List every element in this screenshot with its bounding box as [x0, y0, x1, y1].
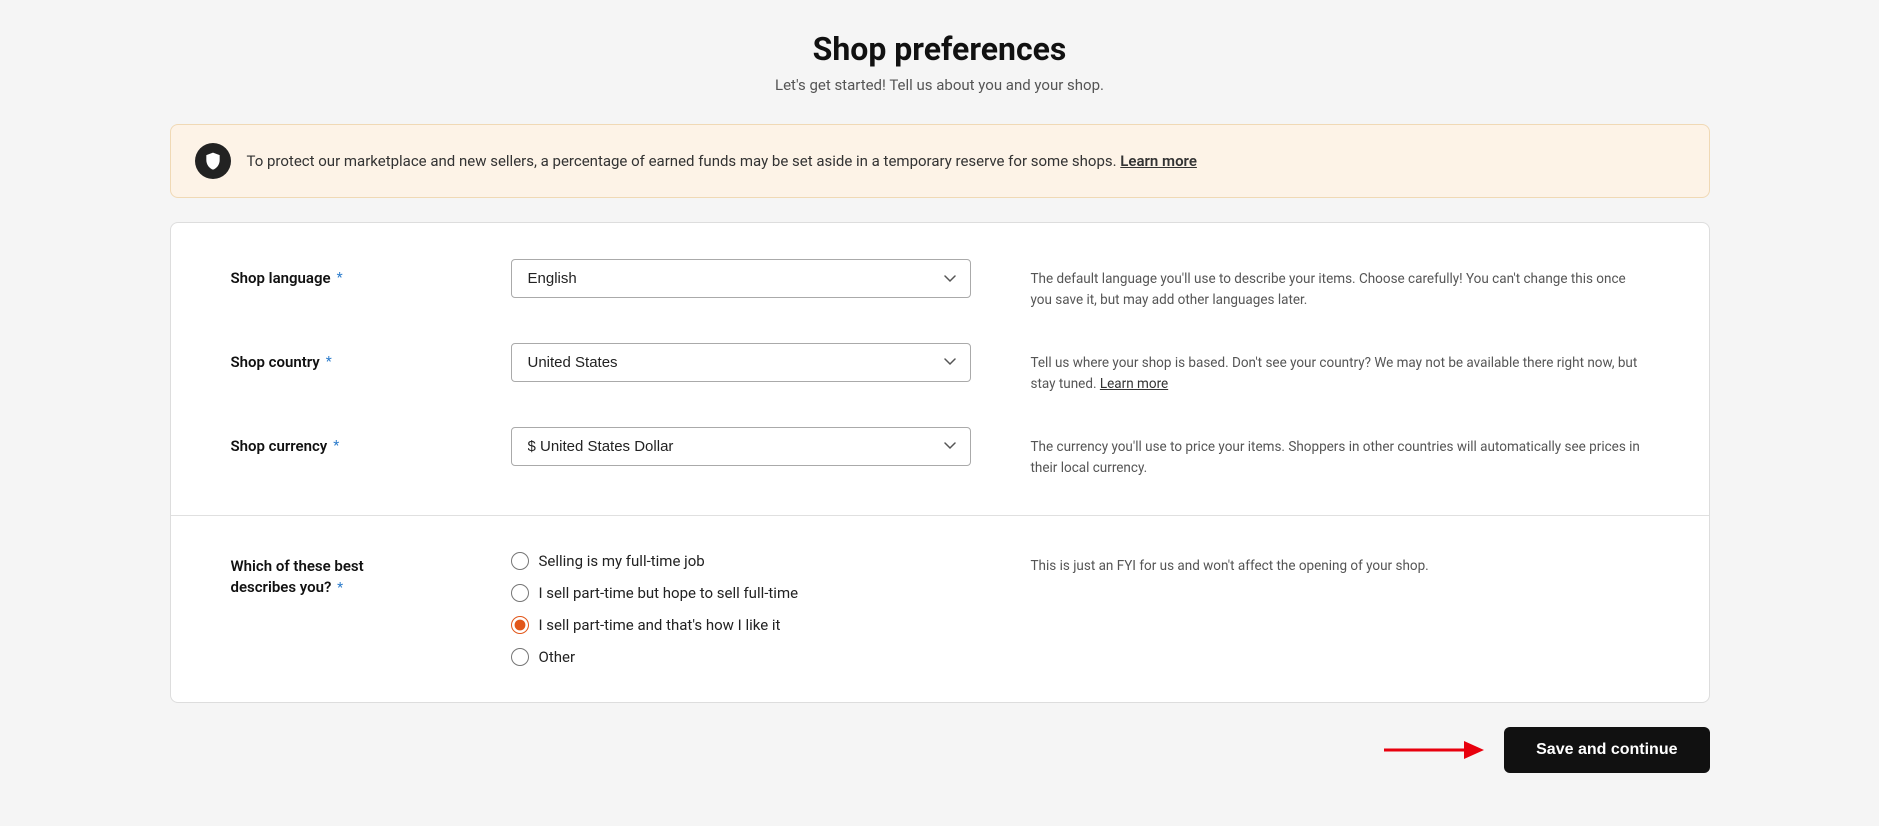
footer-row: Save and continue — [170, 727, 1710, 773]
country-required: * — [326, 354, 332, 370]
language-required: * — [337, 270, 343, 286]
notice-text: To protect our marketplace and new selle… — [247, 150, 1197, 173]
shield-icon — [195, 143, 231, 179]
country-learn-more-link[interactable]: Learn more — [1100, 376, 1168, 392]
radio-option-parttime-happy[interactable]: I sell part-time and that's how I like i… — [511, 616, 971, 634]
radio-label-col: Which of these best describes you? * — [231, 552, 511, 598]
main-card: Shop language * English French German Sp… — [170, 222, 1710, 703]
radio-hint: This is just an FYI for us and won't aff… — [1031, 556, 1649, 577]
radio-option-other[interactable]: Other — [511, 648, 971, 666]
country-select[interactable]: United States United Kingdom Canada Aust… — [511, 343, 971, 382]
currency-select[interactable]: $ United States Dollar € Euro £ British … — [511, 427, 971, 466]
notice-learn-more-link[interactable]: Learn more — [1120, 152, 1197, 170]
page-subtitle: Let's get started! Tell us about you and… — [775, 76, 1104, 94]
language-row: Shop language * English French German Sp… — [231, 259, 1649, 311]
radio-other-label: Other — [539, 648, 576, 666]
radio-fulltime-label: Selling is my full-time job — [539, 552, 705, 570]
radio-row: Which of these best describes you? * Sel… — [231, 552, 1649, 666]
radio-section: Which of these best describes you? * Sel… — [171, 516, 1709, 702]
radio-parttime-happy-label: I sell part-time and that's how I like i… — [539, 616, 781, 634]
save-arrow-indicator — [1384, 736, 1484, 764]
language-control-col: English French German Spanish Italian — [511, 259, 971, 298]
currency-hint: The currency you'll use to price your it… — [1031, 437, 1649, 479]
radio-parttime-happy-input[interactable] — [511, 616, 529, 634]
radio-options-col: Selling is my full-time job I sell part-… — [511, 552, 971, 666]
country-row: Shop country * United States United King… — [231, 343, 1649, 395]
page-wrapper: Shop preferences Let's get started! Tell… — [0, 0, 1879, 826]
radio-hint-col: This is just an FYI for us and won't aff… — [971, 552, 1649, 577]
radio-other-input[interactable] — [511, 648, 529, 666]
radio-fulltime-input[interactable] — [511, 552, 529, 570]
currency-hint-col: The currency you'll use to price your it… — [971, 427, 1649, 479]
save-continue-button[interactable]: Save and continue — [1504, 727, 1709, 773]
radio-option-parttime-hopeful[interactable]: I sell part-time but hope to sell full-t… — [511, 584, 971, 602]
language-hint: The default language you'll use to descr… — [1031, 269, 1649, 311]
footer-area: Save and continue — [170, 703, 1710, 783]
currency-required: * — [333, 438, 339, 454]
country-label-col: Shop country * — [231, 343, 511, 371]
notice-banner: To protect our marketplace and new selle… — [170, 124, 1710, 198]
country-label: Shop country — [231, 353, 320, 371]
currency-label-col: Shop currency * — [231, 427, 511, 455]
radio-parttime-hopeful-label: I sell part-time but hope to sell full-t… — [539, 584, 799, 602]
language-select[interactable]: English French German Spanish Italian — [511, 259, 971, 298]
currency-label: Shop currency — [231, 437, 328, 455]
currency-row: Shop currency * $ United States Dollar €… — [231, 427, 1649, 479]
currency-control-col: $ United States Dollar € Euro £ British … — [511, 427, 971, 466]
radio-parttime-hopeful-input[interactable] — [511, 584, 529, 602]
page-title: Shop preferences — [813, 30, 1067, 68]
form-section: Shop language * English French German Sp… — [171, 223, 1709, 516]
radio-option-fulltime[interactable]: Selling is my full-time job — [511, 552, 971, 570]
radio-required: * — [337, 580, 343, 596]
country-hint-col: Tell us where your shop is based. Don't … — [971, 343, 1649, 395]
radio-question-label: Which of these best describes you? — [231, 557, 364, 596]
language-label: Shop language — [231, 269, 331, 287]
language-label-col: Shop language * — [231, 259, 511, 287]
country-hint: Tell us where your shop is based. Don't … — [1031, 353, 1649, 395]
country-control-col: United States United Kingdom Canada Aust… — [511, 343, 971, 382]
language-hint-col: The default language you'll use to descr… — [971, 259, 1649, 311]
